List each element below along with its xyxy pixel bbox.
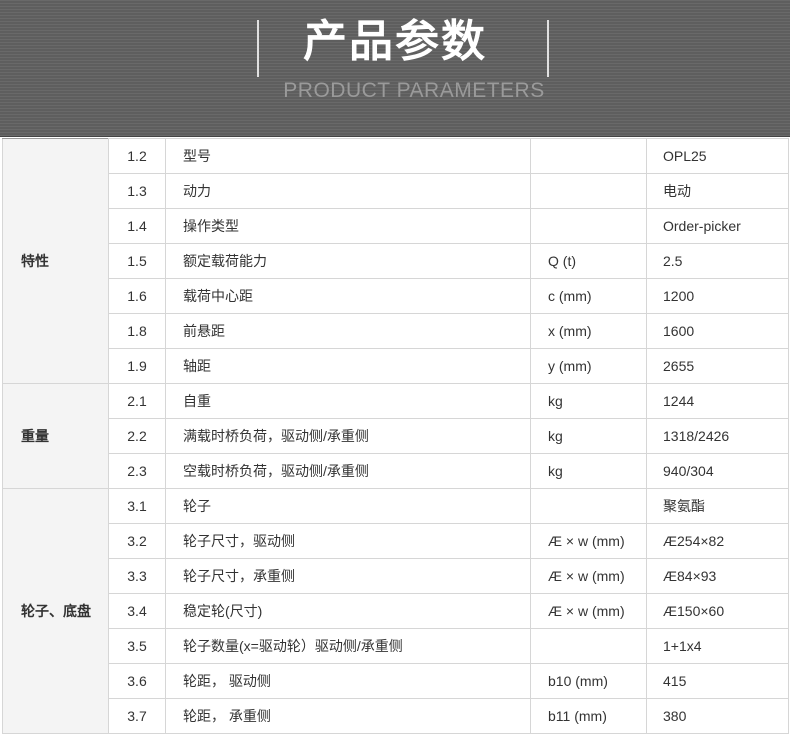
param-number: 2.3 [108,453,166,489]
group-label: 特性 [2,138,109,384]
param-name: 稳定轮(尺寸) [165,593,531,629]
table-row: 1.3 动力 电动 [3,173,789,209]
param-value: 2655 [646,348,789,384]
param-number: 1.3 [108,173,166,209]
param-number: 3.2 [108,523,166,559]
banner-divider-right [547,20,549,77]
table-row: 3.7 轮距， 承重侧 b11 (mm) 380 [3,698,789,734]
param-number: 3.5 [108,628,166,664]
param-number: 3.4 [108,593,166,629]
header-banner: 产品参数 PRODUCT PARAMETERS [0,0,790,137]
table-row: 3.3 轮子尺寸，承重侧 Æ × w (mm) Æ84×93 [3,558,789,594]
param-unit: kg [530,418,647,454]
param-name: 型号 [165,138,531,174]
param-unit [530,138,647,174]
param-number: 1.4 [108,208,166,244]
param-name: 轮距， 承重侧 [165,698,531,734]
param-value: 2.5 [646,243,789,279]
param-value: 1600 [646,313,789,349]
param-name: 轮子尺寸，驱动侧 [165,523,531,559]
param-unit: b10 (mm) [530,663,647,699]
parameters-table: 特性 1.2 型号 OPL25 1.3 动力 电动 1.4 操作类型 Order-picker 1.… [2,138,789,734]
param-value: 电动 [646,173,789,209]
param-unit: x (mm) [530,313,647,349]
param-number: 1.2 [108,138,166,174]
table-row: 1.4 操作类型 Order-picker [3,208,789,244]
param-name: 轮子数量(x=驱动轮）驱动侧/承重侧 [165,628,531,664]
param-number: 3.3 [108,558,166,594]
table-row: 3.6 轮距， 驱动侧 b10 (mm) 415 [3,663,789,699]
param-number: 1.9 [108,348,166,384]
param-number: 2.2 [108,418,166,454]
param-unit [530,173,647,209]
param-number: 3.6 [108,663,166,699]
param-unit [530,628,647,664]
table-row: 1.6 载荷中心距 c (mm) 1200 [3,278,789,314]
param-number: 3.1 [108,488,166,524]
param-unit: Æ × w (mm) [530,593,647,629]
page-subtitle: PRODUCT PARAMETERS [283,79,545,102]
param-name: 轮距， 驱动侧 [165,663,531,699]
table-row: 重量 2.1 自重 kg 1244 [2,383,789,489]
param-name: 前悬距 [165,313,531,349]
page-title: 产品参数 [303,16,487,67]
param-value: 415 [646,663,789,699]
param-unit: kg [530,383,647,419]
table-row: 特性 1.2 型号 OPL25 [2,138,789,384]
param-name: 空载时桥负荷，驱动侧/承重侧 [165,453,531,489]
group-label: 重量 [2,383,109,489]
param-name: 轮子 [165,488,531,524]
param-unit: b11 (mm) [530,698,647,734]
param-value: 380 [646,698,789,734]
param-name: 操作类型 [165,208,531,244]
param-unit: c (mm) [530,278,647,314]
group-label: 轮子、底盘 [2,488,109,734]
param-value: Æ84×93 [646,558,789,594]
param-name: 轮子尺寸，承重侧 [165,558,531,594]
param-value: 1244 [646,383,789,419]
param-value: OPL25 [646,138,789,174]
param-unit: y (mm) [530,348,647,384]
param-name: 自重 [165,383,531,419]
table-row: 3.4 稳定轮(尺寸) Æ × w (mm) Æ150×60 [3,593,789,629]
param-unit: Æ × w (mm) [530,523,647,559]
param-unit [530,488,647,524]
table-row: 轮子、底盘 3.1 轮子 聚氨酯 [2,488,789,734]
param-unit: kg [530,453,647,489]
param-name: 载荷中心距 [165,278,531,314]
param-name: 轴距 [165,348,531,384]
param-unit: Æ × w (mm) [530,558,647,594]
param-value: 940/304 [646,453,789,489]
param-number: 3.7 [108,698,166,734]
param-value: Æ254×82 [646,523,789,559]
param-unit: Q (t) [530,243,647,279]
param-number: 1.5 [108,243,166,279]
param-name: 满载时桥负荷，驱动侧/承重侧 [165,418,531,454]
param-number: 1.6 [108,278,166,314]
param-value: Order-picker [646,208,789,244]
param-value: 1318/2426 [646,418,789,454]
param-value: 聚氨酯 [646,488,789,524]
param-name: 额定载荷能力 [165,243,531,279]
param-number: 2.1 [108,383,166,419]
table-row: 1.8 前悬距 x (mm) 1600 [3,313,789,349]
param-number: 1.8 [108,313,166,349]
table-row: 2.2 满载时桥负荷，驱动侧/承重侧 kg 1318/2426 [3,418,789,454]
param-value: 1200 [646,278,789,314]
table-row: 2.3 空载时桥负荷，驱动侧/承重侧 kg 940/304 [3,453,789,489]
table-row: 1.9 轴距 y (mm) 2655 [3,348,789,384]
table-row: 3.2 轮子尺寸，驱动侧 Æ × w (mm) Æ254×82 [3,523,789,559]
parameters-table-body: 特性 1.2 型号 OPL25 1.3 动力 电动 1.4 操作类型 Order-picker 1.… [2,138,789,734]
param-unit [530,208,647,244]
param-value: Æ150×60 [646,593,789,629]
table-row: 3.5 轮子数量(x=驱动轮）驱动侧/承重侧 1+1x4 [3,628,789,664]
param-value: 1+1x4 [646,628,789,664]
param-name: 动力 [165,173,531,209]
table-row: 1.5 额定载荷能力 Q (t) 2.5 [3,243,789,279]
